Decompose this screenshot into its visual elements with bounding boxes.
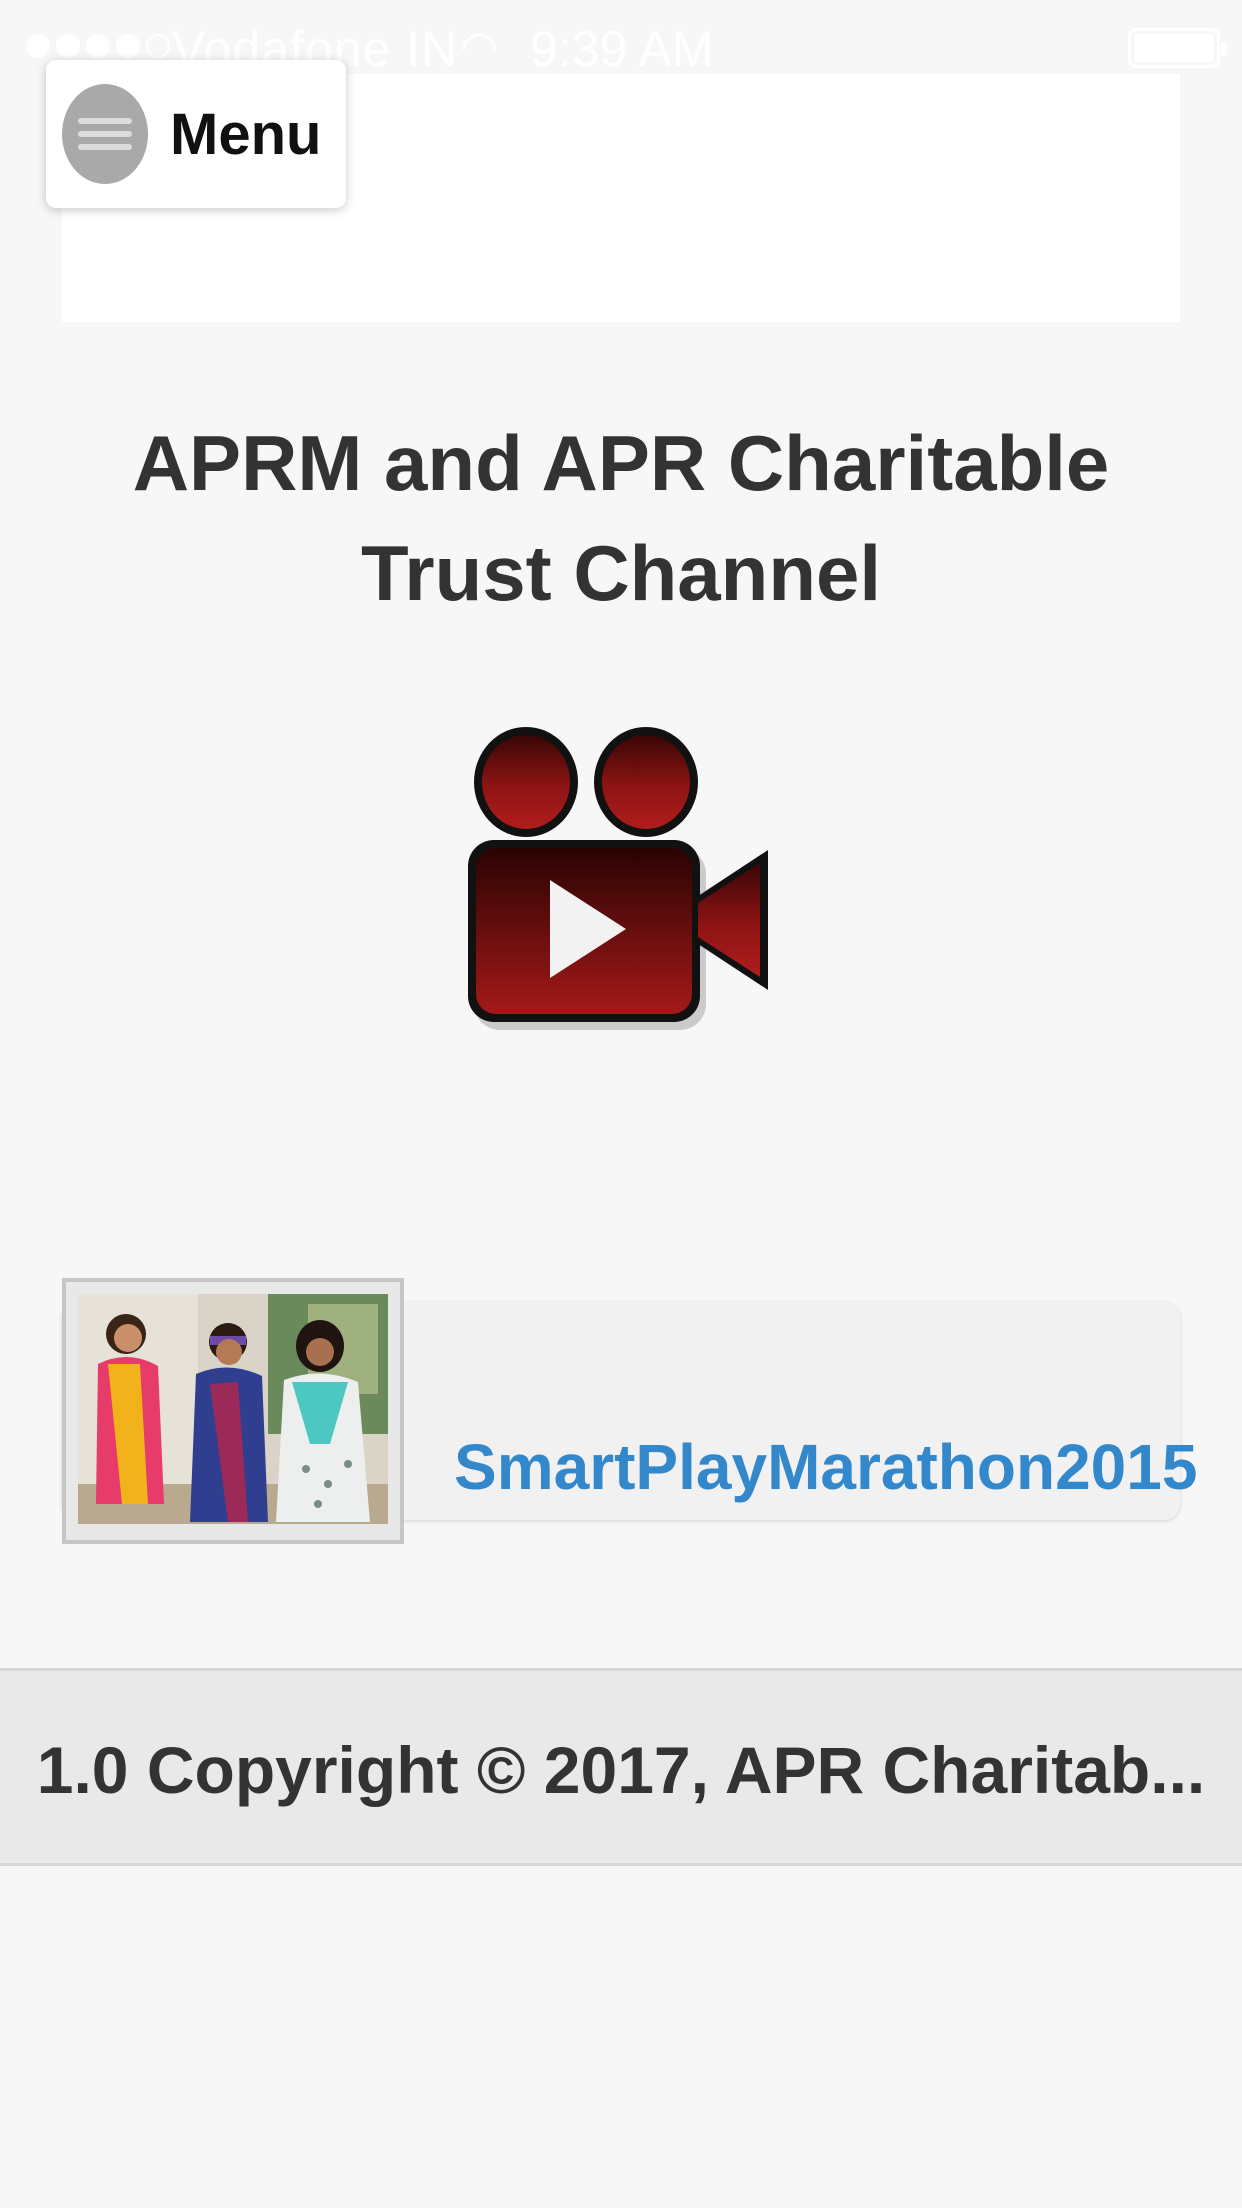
- video-camera-play-icon: [468, 727, 768, 1030]
- footer: 1.0 Copyright © 2017, APR Charitab...: [0, 1668, 1242, 1866]
- page-title-line-2: Trust Channel: [360, 529, 882, 617]
- video-title-link[interactable]: SmartPlayMarathon2015: [454, 1430, 1197, 1504]
- page-title-line-1: APRM and APR Charitable: [132, 419, 1110, 507]
- menu-label: Menu: [170, 101, 322, 167]
- hamburger-menu-icon: [62, 84, 148, 184]
- page-title: APRM and APR Charitable Trust Channel: [62, 408, 1180, 628]
- video-thumbnail: [62, 1278, 404, 1544]
- photo-of-three-women: [78, 1294, 388, 1524]
- signal-strength-icon: [26, 34, 170, 58]
- footer-copyright: 1.0 Copyright © 2017, APR Charitab...: [36, 1733, 1206, 1807]
- status-time: 9:39 AM: [530, 21, 714, 77]
- wifi-icon: ◠: [460, 23, 499, 72]
- video-list-item[interactable]: SmartPlayMarathon2015: [62, 1278, 1197, 1544]
- battery-icon: [1128, 28, 1227, 68]
- menu-button[interactable]: Menu: [46, 60, 346, 208]
